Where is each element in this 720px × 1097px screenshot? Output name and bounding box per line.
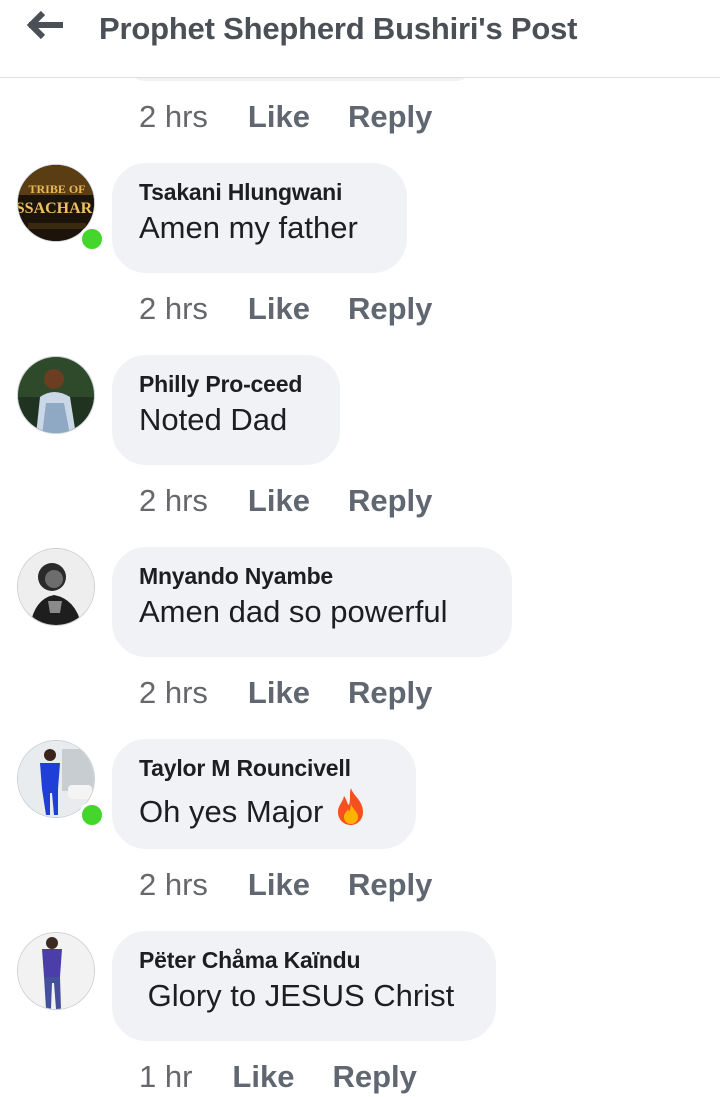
comment-time[interactable]: 1 hr <box>139 1059 192 1095</box>
svg-text:TRIBE OF: TRIBE OF <box>28 182 85 196</box>
like-button[interactable]: Like <box>248 867 310 903</box>
comment-text-content: Oh yes Major <box>139 794 324 829</box>
comment-text: Noted Dad <box>139 402 288 437</box>
comment-meta: 1 hr Like Reply <box>139 1057 417 1097</box>
comment-time[interactable]: 2 hrs <box>139 867 208 903</box>
comment-time[interactable]: 2 hrs <box>139 483 208 519</box>
like-button[interactable]: Like <box>248 675 310 711</box>
comment-bubble[interactable]: Philly Pro-ceed Noted Dad <box>112 355 340 465</box>
page-title: Prophet Shepherd Bushiri's Post <box>99 11 578 46</box>
reply-button[interactable]: Reply <box>348 99 432 135</box>
avatar[interactable] <box>17 356 95 434</box>
arrow-left-icon <box>26 10 63 40</box>
commenter-name[interactable]: Taylor M Rouncivell <box>139 755 416 782</box>
comment-bubble[interactable]: Pëter Chåma Kaïndu Glory to JESUS Christ <box>112 931 496 1041</box>
reply-button[interactable]: Reply <box>348 867 432 903</box>
fire-icon <box>338 788 364 825</box>
top-bar: Prophet Shepherd Bushiri's Post <box>0 0 720 78</box>
commenter-name[interactable]: Pëter Chåma Kaïndu <box>139 947 496 974</box>
like-button[interactable]: Like <box>248 483 310 519</box>
online-status-indicator <box>79 226 105 252</box>
commenter-name[interactable]: Tsakani Hlungwani <box>139 179 407 206</box>
reply-button[interactable]: Reply <box>348 483 432 519</box>
comment-text: Glory to JESUS Christ <box>139 978 455 1013</box>
comment-meta: 2 hrs Like Reply <box>139 481 432 521</box>
comment-meta: 2 hrs Like Reply <box>139 97 432 137</box>
online-status-indicator <box>79 802 105 828</box>
like-button[interactable]: Like <box>248 99 310 135</box>
back-button[interactable] <box>26 8 70 44</box>
avatar[interactable] <box>17 548 95 626</box>
comment-meta: 2 hrs Like Reply <box>139 865 432 905</box>
comment-meta: 2 hrs Like Reply <box>139 289 432 329</box>
avatar-logo-text: SSACHAR <box>18 200 93 217</box>
like-button[interactable]: Like <box>248 291 310 327</box>
reply-button[interactable]: Reply <box>348 675 432 711</box>
comment-bubble[interactable]: Mnyando Nyambe Amen dad so powerful <box>112 547 512 657</box>
comment-bubble[interactable]: Tsakani Hlungwani Amen my father <box>112 163 407 273</box>
comment-time[interactable]: 2 hrs <box>139 291 208 327</box>
reply-button[interactable]: Reply <box>332 1059 416 1095</box>
comment-text: Amen dad so powerful <box>139 594 448 629</box>
commenter-name[interactable]: Mnyando Nyambe <box>139 563 512 590</box>
comment-text: Amen my father <box>139 210 358 245</box>
comment-time[interactable]: 2 hrs <box>139 675 208 711</box>
comment-text: Oh yes Major <box>139 786 416 830</box>
avatar[interactable] <box>17 932 95 1010</box>
commenter-name[interactable]: Philly Pro-ceed <box>139 371 340 398</box>
comment-bubble[interactable]: Taylor M Rouncivell Oh yes Major <box>112 739 416 849</box>
comment-time[interactable]: 2 hrs <box>139 99 208 135</box>
like-button[interactable]: Like <box>232 1059 294 1095</box>
reply-button[interactable]: Reply <box>348 291 432 327</box>
comment-meta: 2 hrs Like Reply <box>139 673 432 713</box>
